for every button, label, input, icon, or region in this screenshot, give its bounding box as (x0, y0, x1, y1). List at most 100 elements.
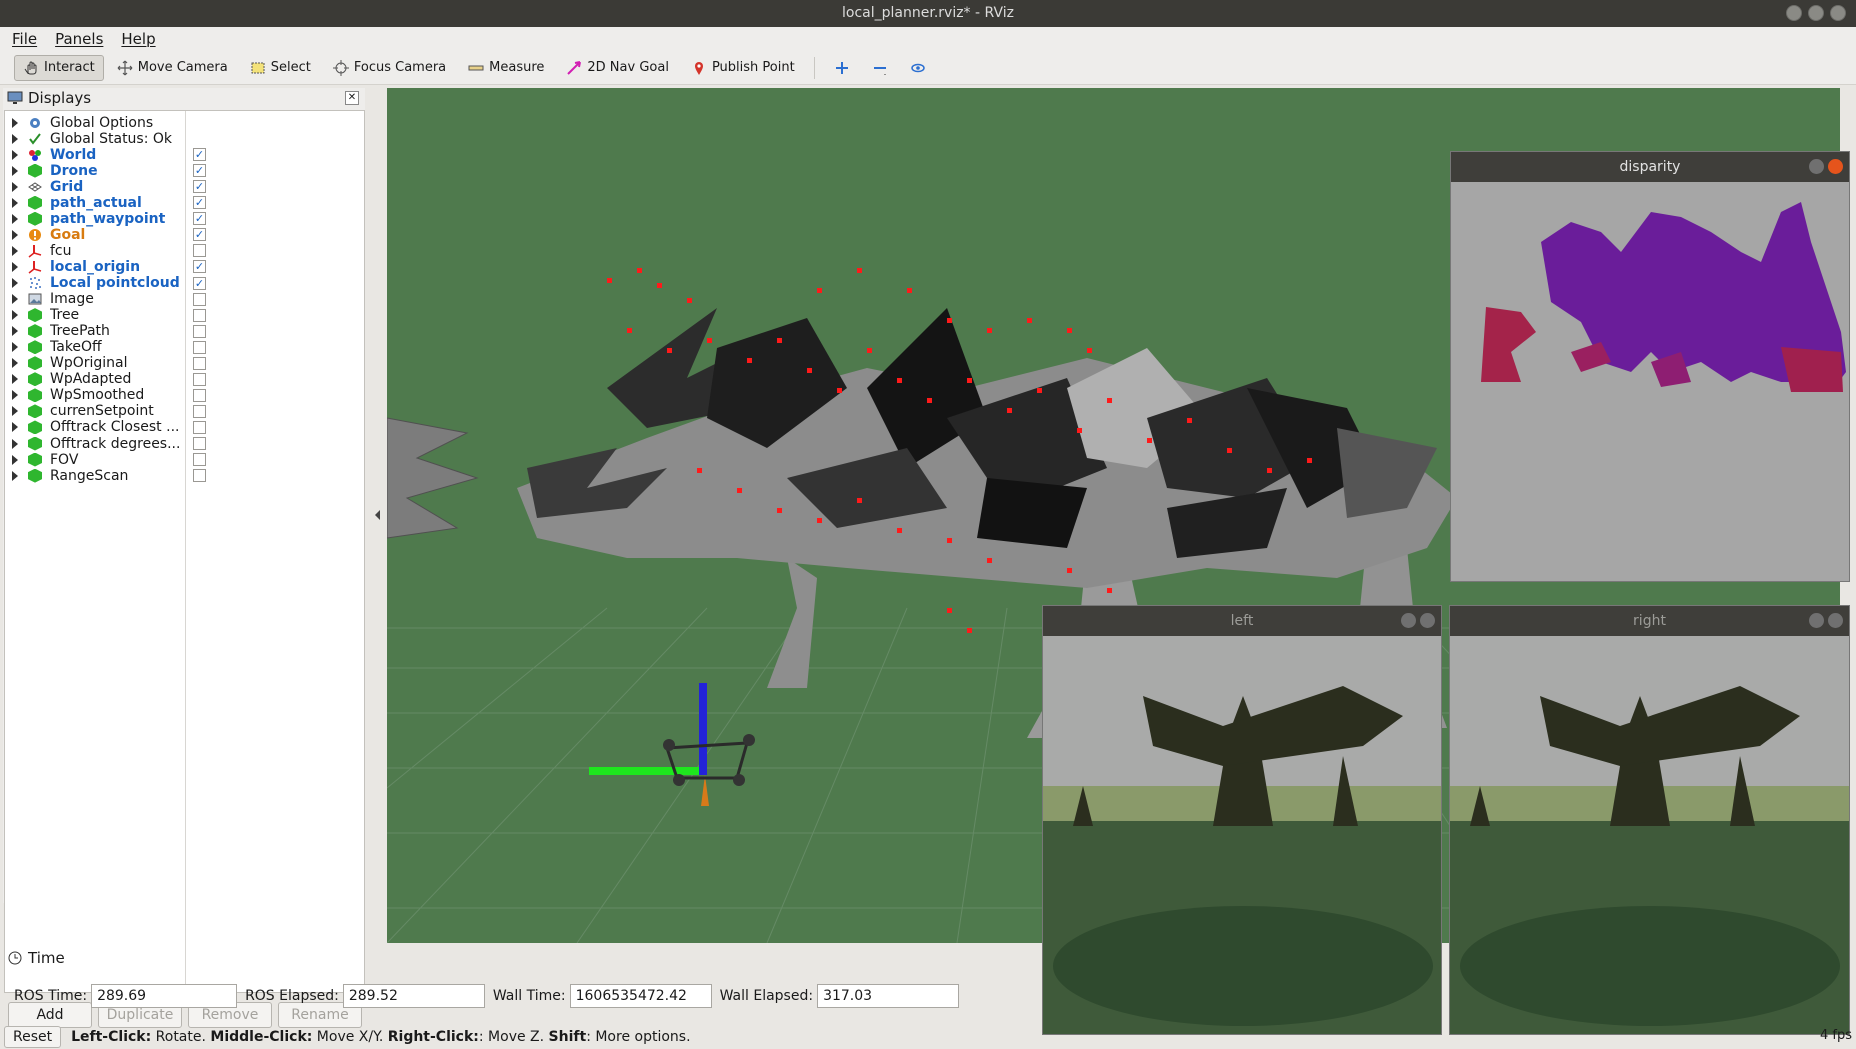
measure-tool[interactable]: Measure (459, 55, 553, 81)
right-camera-window[interactable]: right (1449, 605, 1850, 1035)
drone-model (589, 683, 755, 806)
expand-arrow-icon[interactable] (12, 342, 18, 353)
display-enabled-checkbox[interactable] (193, 453, 206, 467)
pointcloud-icon (28, 276, 42, 290)
expand-arrow-icon[interactable] (12, 213, 18, 224)
cube-icon (28, 468, 42, 483)
display-enabled-checkbox[interactable] (193, 356, 206, 370)
disparity-close-button[interactable] (1828, 159, 1843, 174)
expand-arrow-icon[interactable] (12, 374, 18, 385)
nav-goal-label: 2D Nav Goal (587, 60, 669, 75)
expand-arrow-icon[interactable] (12, 197, 18, 208)
expand-arrow-icon[interactable] (12, 294, 18, 305)
minimize-button[interactable] (1786, 5, 1802, 21)
monitor-icon (7, 91, 23, 104)
display-enabled-checkbox[interactable]: ✓ (193, 260, 206, 274)
display-enabled-checkbox[interactable] (193, 324, 206, 338)
right-titlebar: right (1450, 606, 1849, 636)
publish-point-tool[interactable]: Publish Point (682, 55, 804, 81)
display-enabled-checkbox[interactable] (193, 420, 206, 434)
expand-arrow-icon[interactable] (12, 261, 18, 272)
display-enabled-checkbox[interactable] (193, 244, 206, 258)
displays-close-button[interactable]: ✕ (345, 91, 359, 105)
cube-icon (28, 195, 42, 210)
disparity-minimize-button[interactable] (1809, 159, 1824, 174)
display-item[interactable]: RangeScan (5, 466, 365, 485)
wall-elapsed-field[interactable]: 317.03 (817, 984, 960, 1008)
expand-arrow-icon[interactable] (12, 310, 18, 321)
menu-help[interactable]: Help (121, 30, 155, 48)
expand-arrow-icon[interactable] (12, 358, 18, 369)
left-minimize-button[interactable] (1401, 613, 1416, 628)
expand-arrow-icon[interactable] (12, 454, 18, 465)
panel-splitter-handle[interactable] (375, 510, 380, 520)
display-enabled-checkbox[interactable] (193, 372, 206, 386)
expand-arrow-icon[interactable] (12, 390, 18, 401)
display-enabled-checkbox[interactable]: ✓ (193, 148, 206, 162)
window-titlebar: local_planner.rviz* - RViz (0, 0, 1856, 27)
interact-tool[interactable]: Interact (14, 54, 104, 81)
display-enabled-checkbox[interactable]: ✓ (193, 196, 206, 210)
display-enabled-checkbox[interactable] (193, 388, 206, 402)
menu-file[interactable]: File (12, 30, 37, 48)
world-icon (28, 148, 42, 162)
expand-arrow-icon[interactable] (12, 422, 18, 433)
display-enabled-checkbox[interactable]: ✓ (193, 228, 206, 242)
expand-arrow-icon[interactable] (12, 326, 18, 337)
expand-arrow-icon[interactable] (12, 470, 18, 481)
move-camera-tool[interactable]: Move Camera (108, 55, 237, 81)
focus-camera-tool[interactable]: Focus Camera (324, 55, 455, 81)
disparity-title: disparity (1619, 159, 1681, 175)
menu-panels[interactable]: Panels (55, 30, 103, 48)
display-enabled-checkbox[interactable]: ✓ (193, 276, 206, 290)
close-button[interactable] (1830, 5, 1846, 21)
display-enabled-checkbox[interactable]: ✓ (193, 164, 206, 178)
display-item-label: RangeScan (50, 467, 129, 484)
hand-icon (24, 61, 37, 74)
expand-arrow-icon[interactable] (12, 406, 18, 417)
display-enabled-checkbox[interactable]: ✓ (193, 180, 206, 194)
fps-counter: 4 fps (1819, 1028, 1852, 1043)
left-close-button[interactable] (1420, 613, 1435, 628)
left-camera-window[interactable]: left (1042, 605, 1442, 1035)
checkmark-icon (28, 132, 42, 146)
right-close-button[interactable] (1828, 613, 1843, 628)
reset-button[interactable]: Reset (4, 1026, 62, 1048)
expand-arrow-icon[interactable] (12, 117, 18, 128)
cube-icon (28, 388, 42, 403)
warning-icon (28, 228, 42, 242)
disparity-window[interactable]: disparity (1450, 151, 1850, 582)
cube-icon (28, 436, 42, 451)
select-tool[interactable]: Select (241, 55, 320, 81)
maximize-button[interactable] (1808, 5, 1824, 21)
wall-time-field[interactable]: 1606535472.42 (569, 984, 712, 1008)
display-enabled-checkbox[interactable] (193, 404, 206, 418)
hint-shift-text: : More options. (586, 1029, 691, 1045)
ros-elapsed-field[interactable]: 289.52 (342, 984, 485, 1008)
nav-goal-arrow-icon (567, 60, 582, 75)
expand-arrow-icon[interactable] (12, 438, 18, 449)
cube-icon (28, 420, 42, 435)
status-bar: Reset Left-Click: Rotate. Middle-Click: … (0, 1025, 1856, 1049)
right-minimize-button[interactable] (1809, 613, 1824, 628)
ros-time-field[interactable]: 289.69 (91, 984, 238, 1008)
nav-goal-tool[interactable]: 2D Nav Goal (557, 55, 678, 81)
expand-arrow-icon[interactable] (12, 181, 18, 192)
remove-tool-button[interactable] (863, 55, 897, 81)
display-enabled-checkbox[interactable] (193, 340, 206, 354)
focus-camera-label: Focus Camera (353, 60, 447, 75)
display-enabled-checkbox[interactable] (193, 437, 206, 450)
expand-arrow-icon[interactable] (12, 245, 18, 256)
display-enabled-checkbox[interactable] (193, 469, 206, 483)
expand-arrow-icon[interactable] (12, 229, 18, 240)
expand-arrow-icon[interactable] (12, 165, 18, 176)
wall-time-label: Wall Time: (492, 988, 566, 1004)
expand-arrow-icon[interactable] (12, 149, 18, 160)
camera-type-button[interactable] (901, 55, 935, 81)
display-enabled-checkbox[interactable] (193, 308, 206, 322)
display-enabled-checkbox[interactable] (193, 292, 206, 306)
expand-arrow-icon[interactable] (12, 133, 18, 144)
expand-arrow-icon[interactable] (12, 278, 18, 288)
display-enabled-checkbox[interactable]: ✓ (193, 212, 206, 226)
add-tool-button[interactable] (825, 55, 859, 81)
